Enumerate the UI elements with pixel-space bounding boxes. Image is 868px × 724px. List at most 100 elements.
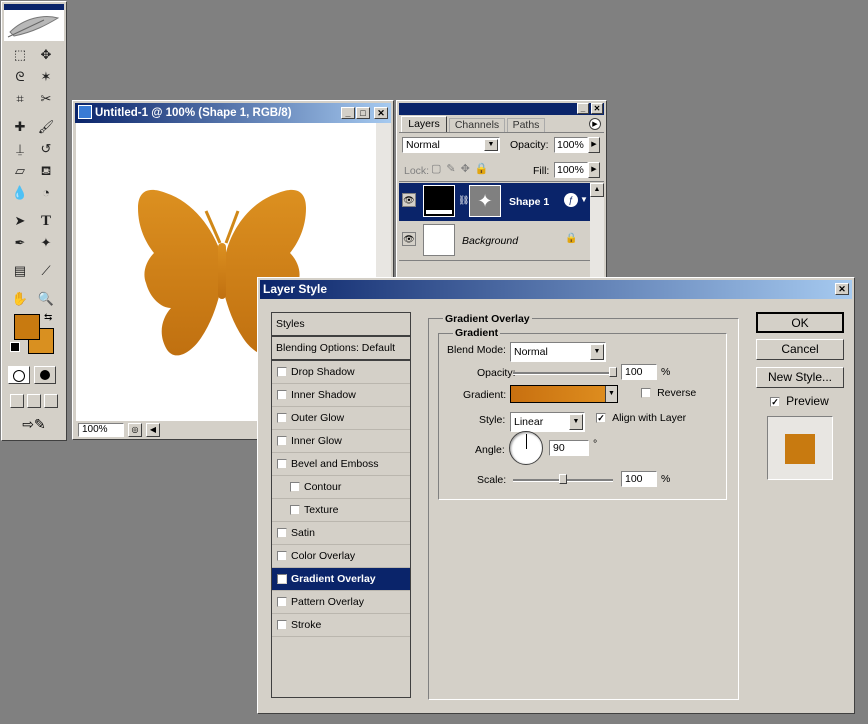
layer-row-background[interactable]: 👁 Background 🔒	[399, 222, 590, 261]
eraser-tool-icon[interactable]: ▱	[10, 162, 30, 180]
lasso-tool-icon[interactable]: ᘓ	[10, 68, 30, 86]
angle-input[interactable]: 90	[549, 440, 589, 456]
scroll-up-button[interactable]: ▲	[590, 183, 604, 197]
style-checkbox[interactable]: ✓	[277, 574, 287, 585]
lock-paint-icon[interactable]: ✎	[446, 163, 460, 175]
healing-brush-icon[interactable]: ✚	[10, 118, 30, 136]
move-tool-icon[interactable]: ✥	[36, 46, 56, 64]
minimize-button[interactable]: _	[341, 107, 355, 119]
pen-tool-icon[interactable]: ✒	[10, 234, 30, 252]
lock-transparent-icon[interactable]: ▢	[431, 163, 446, 175]
document-titlebar[interactable]: Untitled-1 @ 100% (Shape 1, RGB/8) _ □ ✕	[75, 103, 391, 123]
status-menu-button[interactable]: ◎	[128, 423, 142, 437]
zoom-tool-icon[interactable]: 🔍	[36, 290, 56, 308]
visibility-eye-icon[interactable]: 👁	[402, 193, 416, 207]
swap-colors-icon[interactable]: ⇆	[44, 312, 52, 323]
tab-channels[interactable]: Channels	[449, 118, 505, 132]
gradient-style-select[interactable]: Linear ▼	[510, 412, 585, 432]
scroll-left-button[interactable]: ◀	[146, 423, 160, 437]
crop-tool-icon[interactable]: ⌗	[10, 90, 30, 108]
style-item-pattern-overlay[interactable]: Pattern Overlay	[272, 591, 410, 614]
layers-scrollbar[interactable]: ▲	[590, 183, 604, 283]
fill-input[interactable]: 100%	[554, 162, 588, 178]
style-item-inner-shadow[interactable]: Inner Shadow	[272, 384, 410, 407]
notes-tool-icon[interactable]: ▤	[10, 262, 30, 280]
jump-to-imageready-icon[interactable]: ⇨✎	[10, 416, 58, 436]
layers-panel-titlebar[interactable]: _ ✕	[399, 103, 604, 115]
style-item-satin[interactable]: Satin	[272, 522, 410, 545]
clone-stamp-icon[interactable]: ⍊	[10, 140, 30, 158]
style-checkbox[interactable]	[277, 528, 287, 539]
tab-layers[interactable]: Layers	[401, 116, 447, 132]
toolbox-header[interactable]	[4, 4, 64, 41]
new-style-button[interactable]: New Style...	[756, 367, 844, 388]
style-checkbox[interactable]	[290, 505, 300, 516]
default-colors-icon[interactable]	[10, 342, 20, 352]
style-checkbox[interactable]	[277, 551, 287, 562]
standard-mode-icon[interactable]	[8, 366, 30, 384]
blending-options-item[interactable]: Blending Options: Default	[272, 337, 410, 361]
style-item-color-overlay[interactable]: Color Overlay	[272, 545, 410, 568]
panel-minimize-button[interactable]: _	[577, 103, 589, 114]
align-with-layer-checkbox[interactable]: ✓	[596, 413, 606, 424]
styles-header[interactable]: Styles	[272, 313, 410, 337]
blur-tool-icon[interactable]: 💧	[10, 184, 30, 202]
hand-tool-icon[interactable]: ✋	[10, 290, 30, 308]
scale-slider-thumb[interactable]	[559, 474, 567, 484]
style-checkbox[interactable]	[277, 390, 287, 401]
style-item-texture[interactable]: Texture	[272, 499, 410, 522]
marquee-tool-icon[interactable]: ⬚	[10, 46, 30, 64]
slice-tool-icon[interactable]: ✂	[36, 90, 56, 108]
style-checkbox[interactable]	[290, 482, 300, 493]
style-item-stroke[interactable]: Stroke	[272, 614, 410, 637]
layer-effects-icon[interactable]: ƒ	[564, 193, 578, 207]
close-button[interactable]: ✕	[374, 107, 388, 119]
style-item-outer-glow[interactable]: Outer Glow	[272, 407, 410, 430]
preview-checkbox-wrap[interactable]: ✓ Preview	[770, 394, 829, 408]
magic-wand-tool-icon[interactable]: ✶	[36, 68, 56, 86]
blend-mode-select[interactable]: Normal ▼	[510, 342, 606, 362]
cancel-button[interactable]: Cancel	[756, 339, 844, 360]
zoom-field[interactable]: 100%	[78, 423, 124, 437]
style-item-inner-glow[interactable]: Inner Glow	[272, 430, 410, 453]
style-checkbox[interactable]	[277, 597, 287, 608]
effects-expand-icon[interactable]: ▼	[580, 195, 588, 204]
layer-style-titlebar[interactable]: Layer Style ✕	[260, 280, 852, 299]
angle-dial[interactable]	[509, 431, 543, 465]
maximize-button[interactable]: □	[356, 107, 370, 119]
link-chain-icon[interactable]: ⛓	[458, 195, 469, 206]
ok-button[interactable]: OK	[756, 312, 844, 333]
style-checkbox[interactable]	[277, 620, 287, 631]
reverse-checkbox-wrap[interactable]: Reverse	[641, 387, 696, 399]
preview-checkbox[interactable]: ✓	[770, 397, 780, 408]
brush-tool-icon[interactable]: 🖌	[36, 118, 56, 136]
style-checkbox[interactable]	[277, 413, 287, 424]
layer-opacity-input[interactable]: 100%	[554, 137, 588, 153]
visibility-eye-icon[interactable]: 👁	[402, 232, 416, 246]
standard-screen-icon[interactable]	[10, 394, 24, 408]
full-screen-menu-icon[interactable]	[27, 394, 41, 408]
quick-mask-mode-icon[interactable]	[34, 366, 56, 384]
fill-arrow[interactable]: ▶	[588, 162, 600, 178]
align-checkbox-wrap[interactable]: ✓ Align with Layer	[596, 412, 686, 424]
style-checkbox[interactable]	[277, 436, 287, 447]
gradient-dropdown-icon[interactable]: ▼	[605, 386, 617, 402]
custom-shape-icon[interactable]: ✦	[36, 234, 56, 252]
panel-menu-icon[interactable]: ▶	[589, 118, 601, 130]
lock-move-icon[interactable]: ✥	[461, 163, 475, 175]
lock-all-icon[interactable]: 🔒	[475, 163, 494, 175]
paint-bucket-icon[interactable]: ⛾	[36, 162, 56, 180]
foreground-color-swatch[interactable]	[14, 314, 40, 340]
layer-row-shape-1[interactable]: 👁 ⛓ ✦ Shape 1 ƒ ▼	[399, 183, 590, 221]
type-tool-icon[interactable]: T	[36, 212, 56, 230]
opacity-slider-thumb[interactable]	[609, 367, 617, 377]
layer-opacity-arrow[interactable]: ▶	[588, 137, 600, 153]
reverse-checkbox[interactable]	[641, 388, 651, 399]
style-checkbox[interactable]	[277, 367, 287, 378]
opacity-input[interactable]: 100	[621, 364, 657, 380]
style-item-bevel-and-emboss[interactable]: Bevel and Emboss	[272, 453, 410, 476]
history-brush-icon[interactable]: ↺	[36, 140, 56, 158]
style-checkbox[interactable]	[277, 459, 287, 470]
style-item-gradient-overlay[interactable]: ✓ Gradient Overlay	[272, 568, 410, 591]
path-selection-icon[interactable]: ➤	[10, 212, 30, 230]
